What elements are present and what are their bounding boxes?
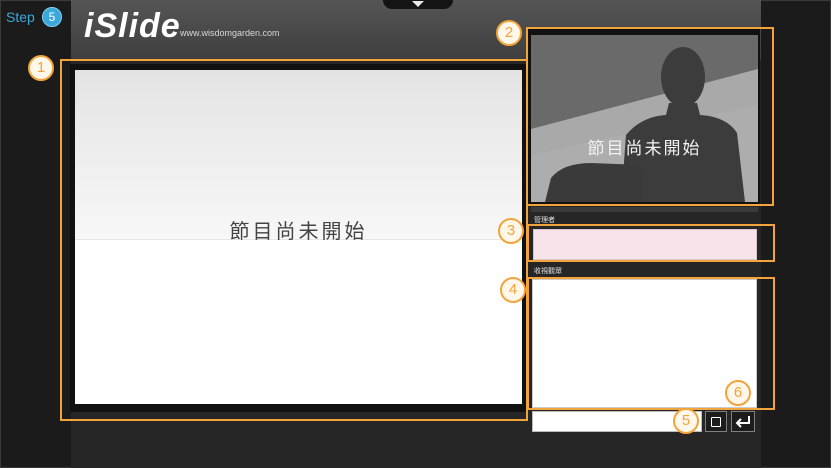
- admin-label: 管理者: [534, 216, 555, 224]
- step-label: Step: [6, 9, 35, 25]
- chat-message-area: [532, 279, 757, 408]
- presenter-silhouette-icon: [531, 35, 758, 202]
- slide-area: 節目尚未開始: [75, 70, 522, 404]
- islide-logo: iSlide: [84, 7, 181, 45]
- video-progress-bar: [531, 207, 758, 212]
- callout-badge-4: 4: [500, 277, 526, 303]
- popout-window-button[interactable]: [705, 411, 727, 432]
- video-status-text: 節目尚未開始: [587, 139, 702, 159]
- callout-badge-6: 6: [725, 380, 751, 406]
- video-area: 節目尚未開始: [531, 35, 758, 202]
- chevron-down-icon: [412, 1, 424, 7]
- send-button[interactable]: [731, 411, 755, 432]
- enter-icon: [735, 416, 750, 428]
- collapse-toggle[interactable]: [383, 0, 453, 9]
- audience-label: 收視觀眾: [534, 267, 562, 275]
- callout-badge-3: 3: [498, 218, 524, 244]
- callout-badge-2: 2: [496, 20, 522, 46]
- slide-status-text: 節目尚未開始: [229, 219, 368, 243]
- window-icon: [711, 417, 721, 427]
- callout-badge-1: 1: [28, 55, 54, 81]
- admin-message-box: [533, 229, 757, 260]
- callout-badge-5: 5: [673, 408, 699, 434]
- logo-url: www.wisdomgarden.com: [180, 28, 280, 38]
- step-number-badge: 5: [42, 7, 62, 27]
